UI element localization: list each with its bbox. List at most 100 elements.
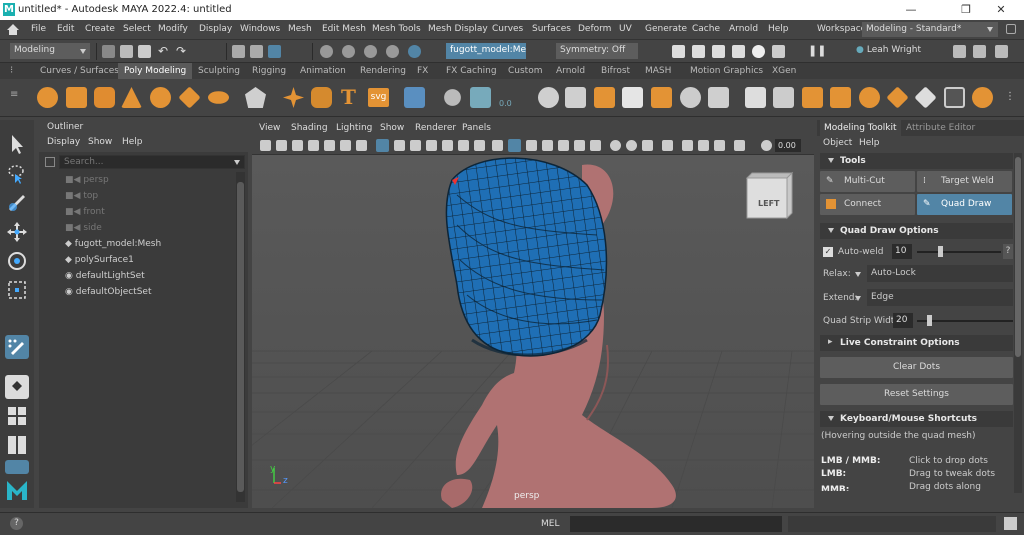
smooth-icon[interactable] xyxy=(594,87,615,108)
script-editor-icon[interactable] xyxy=(1004,517,1017,530)
wedge-icon[interactable] xyxy=(886,86,909,109)
auto-weld-slider-thumb[interactable] xyxy=(938,246,943,257)
outliner-scrollbar[interactable] xyxy=(236,172,245,502)
menu-curves[interactable]: Curves xyxy=(492,24,523,34)
menu-help[interactable]: Help xyxy=(768,24,789,34)
extract-icon[interactable] xyxy=(944,87,965,108)
hud-icon[interactable] xyxy=(698,140,709,151)
select-tool-icon[interactable] xyxy=(5,132,29,156)
outliner-item-front[interactable]: ■◀ front xyxy=(65,207,105,222)
arnold-render-icon[interactable] xyxy=(772,45,785,58)
poly-cone-icon[interactable] xyxy=(121,87,142,108)
shelf-tab-rigging[interactable]: Rigging xyxy=(246,63,292,79)
grease-pencil-icon[interactable] xyxy=(324,140,335,151)
save-scene-icon[interactable] xyxy=(138,45,151,58)
toolkit-menu-object[interactable]: Object xyxy=(823,138,852,148)
2d-pan-zoom-icon[interactable] xyxy=(340,140,351,151)
xray-icon[interactable] xyxy=(626,140,637,151)
menu-surfaces[interactable]: Surfaces xyxy=(532,24,571,34)
poly-cylinder-icon[interactable] xyxy=(94,87,115,108)
toolkit-scrollbar[interactable] xyxy=(1014,153,1022,493)
auto-weld-value-field[interactable]: 10 xyxy=(892,244,912,259)
tools-section-header[interactable]: Tools xyxy=(820,153,1013,169)
symmetry-dropdown[interactable]: Symmetry: Off xyxy=(556,43,638,59)
shelf-tab-rendering[interactable]: Rendering xyxy=(354,63,412,79)
extend-dropdown[interactable]: Edge xyxy=(867,289,1013,306)
super-shape-icon[interactable] xyxy=(283,87,304,108)
home-icon[interactable] xyxy=(6,23,20,36)
undo-icon[interactable]: ↶ xyxy=(158,44,168,58)
single-view-layout-icon[interactable] xyxy=(5,375,29,399)
outliner-item-top[interactable]: ■◀ top xyxy=(65,191,98,206)
quad-strip-width-field[interactable]: 20 xyxy=(893,313,913,328)
snap-curve-icon[interactable] xyxy=(342,45,355,58)
quad-draw-tool-icon[interactable] xyxy=(5,335,29,359)
poly-sphere-icon[interactable] xyxy=(37,87,58,108)
menu-uv[interactable]: UV xyxy=(619,24,632,34)
poly-cube-icon[interactable] xyxy=(66,87,87,108)
workspace-settings-icon[interactable] xyxy=(1006,24,1016,34)
quad-strip-width-slider-thumb[interactable] xyxy=(927,315,932,326)
shelf-tab-custom[interactable]: Custom xyxy=(502,63,548,79)
redo-icon[interactable]: ↷ xyxy=(176,44,186,58)
minimize-button[interactable]: — xyxy=(888,1,934,19)
svg-icon[interactable]: svg xyxy=(368,88,389,107)
quad-draw-options-header[interactable]: Quad Draw Options xyxy=(820,223,1013,239)
xray-joints-icon[interactable] xyxy=(642,140,653,151)
tab-attribute-editor[interactable]: Attribute Editor xyxy=(902,120,979,136)
move-tool-icon[interactable] xyxy=(5,220,29,244)
fill-hole-icon[interactable] xyxy=(708,87,729,108)
use-default-material-icon[interactable] xyxy=(682,140,693,151)
open-scene-icon[interactable] xyxy=(120,45,133,58)
two-view-layout-icon[interactable] xyxy=(5,433,29,457)
shelf-tab-mash[interactable]: MASH xyxy=(639,63,677,79)
quad-draw-button[interactable]: ✎ Quad Draw xyxy=(917,194,1012,215)
text-type-icon[interactable]: T xyxy=(341,85,356,109)
gamma-icon[interactable] xyxy=(761,140,772,151)
toolkit-menu-help[interactable]: Help xyxy=(859,138,880,148)
textured-icon[interactable] xyxy=(542,140,553,151)
rotate-tool-icon[interactable] xyxy=(5,249,29,273)
viewport-menu-view[interactable]: View xyxy=(259,123,280,133)
auto-weld-checkbox[interactable]: ✓ xyxy=(823,247,833,257)
shelf-tab-xgen[interactable]: XGen xyxy=(766,63,802,79)
shelf-tab-sculpting[interactable]: Sculpting xyxy=(192,63,246,79)
shelf-tab-motion-graphics[interactable]: Motion Graphics xyxy=(684,63,769,79)
shelf-tab-fx-caching[interactable]: FX Caching xyxy=(440,63,503,79)
grid-icon[interactable] xyxy=(376,139,389,152)
film-gate-icon[interactable] xyxy=(394,140,405,151)
shelf-collapse-icon[interactable]: ≡ xyxy=(10,89,18,100)
exposure-icon[interactable] xyxy=(734,140,745,151)
menu-mesh[interactable]: Mesh xyxy=(288,24,312,34)
poly-torus-icon[interactable] xyxy=(150,87,171,108)
viewport-menu-renderer[interactable]: Renderer xyxy=(415,123,456,133)
scene-canvas[interactable] xyxy=(252,155,814,508)
multi-cut-button[interactable]: ✎ Multi-Cut xyxy=(820,171,915,192)
resolution-gate-icon[interactable] xyxy=(410,140,421,151)
outliner-item-fugott-model-mesh[interactable]: ◆ fugott_model:Mesh xyxy=(65,239,161,254)
lasso-tool-icon[interactable] xyxy=(5,162,29,186)
scale-tool-icon[interactable] xyxy=(5,278,29,302)
insert-edge-loop-icon[interactable] xyxy=(773,87,794,108)
shelf-tab-animation[interactable]: Animation xyxy=(294,63,352,79)
menu-generate[interactable]: Generate xyxy=(645,24,687,34)
outliner-item-side[interactable]: ■◀ side xyxy=(65,223,102,238)
select-component-icon[interactable] xyxy=(268,45,281,58)
append-polygon-icon[interactable] xyxy=(830,87,851,108)
menu-cache[interactable]: Cache xyxy=(692,24,720,34)
shelf-tab-curves-surfaces[interactable]: Curves / Surfaces xyxy=(34,63,125,79)
bevel-icon[interactable] xyxy=(444,89,461,106)
shelf-scroll-icon[interactable]: ⋮ xyxy=(1005,91,1015,102)
menu-windows[interactable]: Windows xyxy=(240,24,280,34)
gate-mask-icon[interactable] xyxy=(426,140,437,151)
user-account[interactable]: ● Leah Wright xyxy=(852,43,932,59)
extrude-icon[interactable] xyxy=(470,87,491,108)
outliner-item-defaultlightset[interactable]: ◉ defaultLightSet xyxy=(65,271,145,286)
boolean-icon[interactable] xyxy=(622,87,643,108)
wireframe-on-shaded-icon[interactable] xyxy=(526,140,537,151)
tab-modeling-toolkit[interactable]: Modeling Toolkit xyxy=(820,120,901,136)
toolkit-scroll-thumb[interactable] xyxy=(1015,157,1021,357)
render-frame-icon[interactable] xyxy=(692,45,705,58)
new-scene-icon[interactable] xyxy=(102,45,115,58)
sweep-mesh-icon[interactable] xyxy=(311,87,332,108)
